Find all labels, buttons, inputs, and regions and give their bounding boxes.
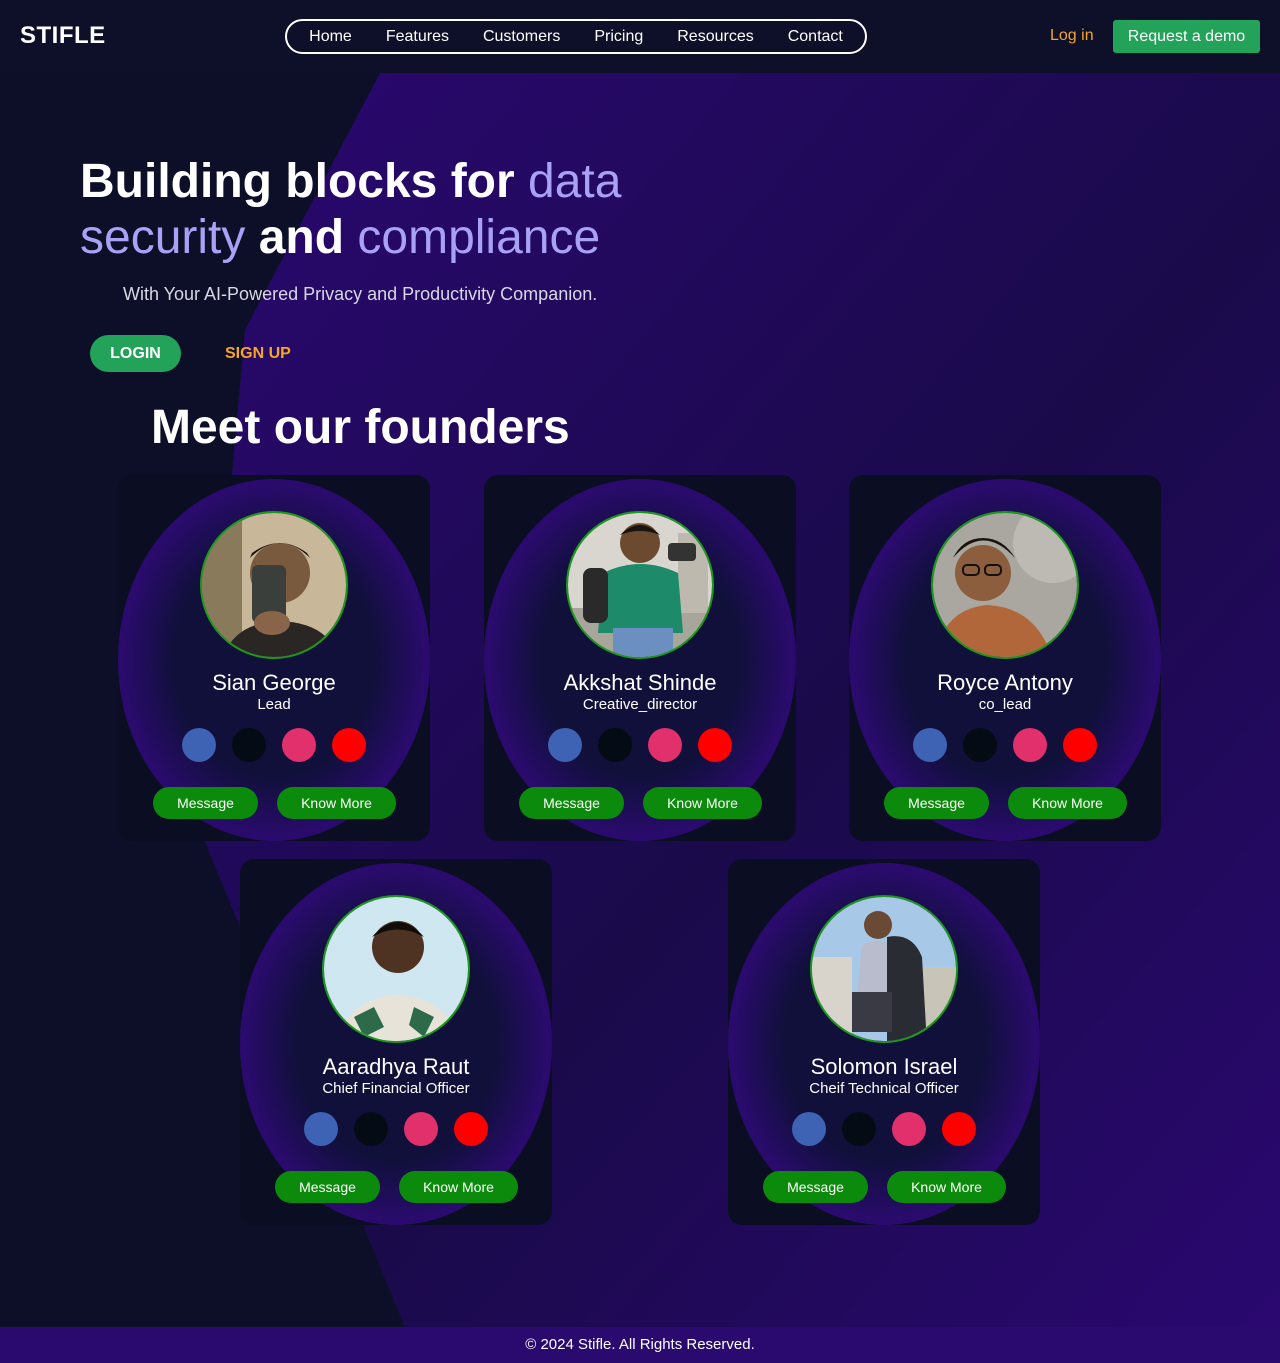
youtube-icon[interactable] xyxy=(942,1112,976,1146)
message-button[interactable]: Message xyxy=(519,787,624,819)
request-demo-button[interactable]: Request a demo xyxy=(1113,20,1260,53)
social-links xyxy=(182,728,366,762)
avatar xyxy=(566,511,714,659)
message-button[interactable]: Message xyxy=(153,787,258,819)
header-login-link[interactable]: Log in xyxy=(1050,27,1094,45)
social-links xyxy=(792,1112,976,1146)
youtube-icon[interactable] xyxy=(454,1112,488,1146)
twitter-icon[interactable] xyxy=(842,1112,876,1146)
hero-signup-link[interactable]: SIGN UP xyxy=(225,345,291,363)
facebook-icon[interactable] xyxy=(182,728,216,762)
instagram-icon[interactable] xyxy=(1013,728,1047,762)
avatar xyxy=(810,895,958,1043)
facebook-icon[interactable] xyxy=(304,1112,338,1146)
hero-title: Building blocks for data security and co… xyxy=(80,154,680,266)
know-more-button[interactable]: Know More xyxy=(277,787,396,819)
instagram-icon[interactable] xyxy=(404,1112,438,1146)
hero-title-highlight2: compliance xyxy=(357,211,601,264)
facebook-icon[interactable] xyxy=(792,1112,826,1146)
message-button[interactable]: Message xyxy=(275,1171,380,1203)
youtube-icon[interactable] xyxy=(1063,728,1097,762)
avatar xyxy=(322,895,470,1043)
founder-card: Akkshat Shinde Creative_director Message… xyxy=(484,475,796,841)
founder-role: Creative_director xyxy=(582,696,698,713)
youtube-icon[interactable] xyxy=(332,728,366,762)
twitter-icon[interactable] xyxy=(354,1112,388,1146)
nav-pricing[interactable]: Pricing xyxy=(594,28,643,46)
founder-role: Chief Financial Officer xyxy=(322,1080,470,1097)
nav-customers[interactable]: Customers xyxy=(483,28,560,46)
founder-role: Lead xyxy=(257,696,291,713)
founder-card: Aaradhya Raut Chief Financial Officer Me… xyxy=(240,859,552,1225)
founder-name: Akkshat Shinde xyxy=(563,670,717,695)
main-nav: Home Features Customers Pricing Resource… xyxy=(285,19,867,54)
hero-login-button[interactable]: LOGIN xyxy=(90,335,181,372)
founders-title: Meet our founders xyxy=(151,401,570,454)
hero-subtitle: With Your AI-Powered Privacy and Product… xyxy=(123,284,598,304)
page-footer: © 2024 Stifle. All Rights Reserved. xyxy=(0,1327,1280,1363)
facebook-icon[interactable] xyxy=(913,728,947,762)
social-links xyxy=(548,728,732,762)
nav-resources[interactable]: Resources xyxy=(677,28,753,46)
founder-name: Aaradhya Raut xyxy=(322,1054,470,1079)
top-header: STIFLE Home Features Customers Pricing R… xyxy=(0,0,1280,73)
founder-role: Cheif Technical Officer xyxy=(809,1080,959,1097)
instagram-icon[interactable] xyxy=(282,728,316,762)
know-more-button[interactable]: Know More xyxy=(643,787,762,819)
founder-card: Sian George Lead Message Know More xyxy=(118,475,430,841)
twitter-icon[interactable] xyxy=(598,728,632,762)
nav-home[interactable]: Home xyxy=(309,28,352,46)
know-more-button[interactable]: Know More xyxy=(399,1171,518,1203)
twitter-icon[interactable] xyxy=(963,728,997,762)
nav-features[interactable]: Features xyxy=(386,28,449,46)
facebook-icon[interactable] xyxy=(548,728,582,762)
message-button[interactable]: Message xyxy=(884,787,989,819)
founder-card: Royce Antony co_lead Message Know More xyxy=(849,475,1161,841)
avatar xyxy=(200,511,348,659)
instagram-icon[interactable] xyxy=(892,1112,926,1146)
avatar xyxy=(931,511,1079,659)
copyright-text: © 2024 Stifle. All Rights Reserved. xyxy=(525,1336,755,1353)
founder-role: co_lead xyxy=(978,696,1032,713)
social-links xyxy=(913,728,1097,762)
know-more-button[interactable]: Know More xyxy=(887,1171,1006,1203)
hero-title-part1: Building blocks for xyxy=(80,155,529,208)
message-button[interactable]: Message xyxy=(763,1171,868,1203)
brand-logo[interactable]: STIFLE xyxy=(20,22,106,50)
twitter-icon[interactable] xyxy=(232,728,266,762)
founder-name: Sian George xyxy=(212,670,336,695)
instagram-icon[interactable] xyxy=(648,728,682,762)
nav-contact[interactable]: Contact xyxy=(788,28,843,46)
social-links xyxy=(304,1112,488,1146)
youtube-icon[interactable] xyxy=(698,728,732,762)
founder-card: Solomon Israel Cheif Technical Officer M… xyxy=(728,859,1040,1225)
founder-name: Solomon Israel xyxy=(810,1054,958,1079)
know-more-button[interactable]: Know More xyxy=(1008,787,1127,819)
hero-title-part2: and xyxy=(245,211,358,264)
founder-name: Royce Antony xyxy=(937,670,1073,695)
